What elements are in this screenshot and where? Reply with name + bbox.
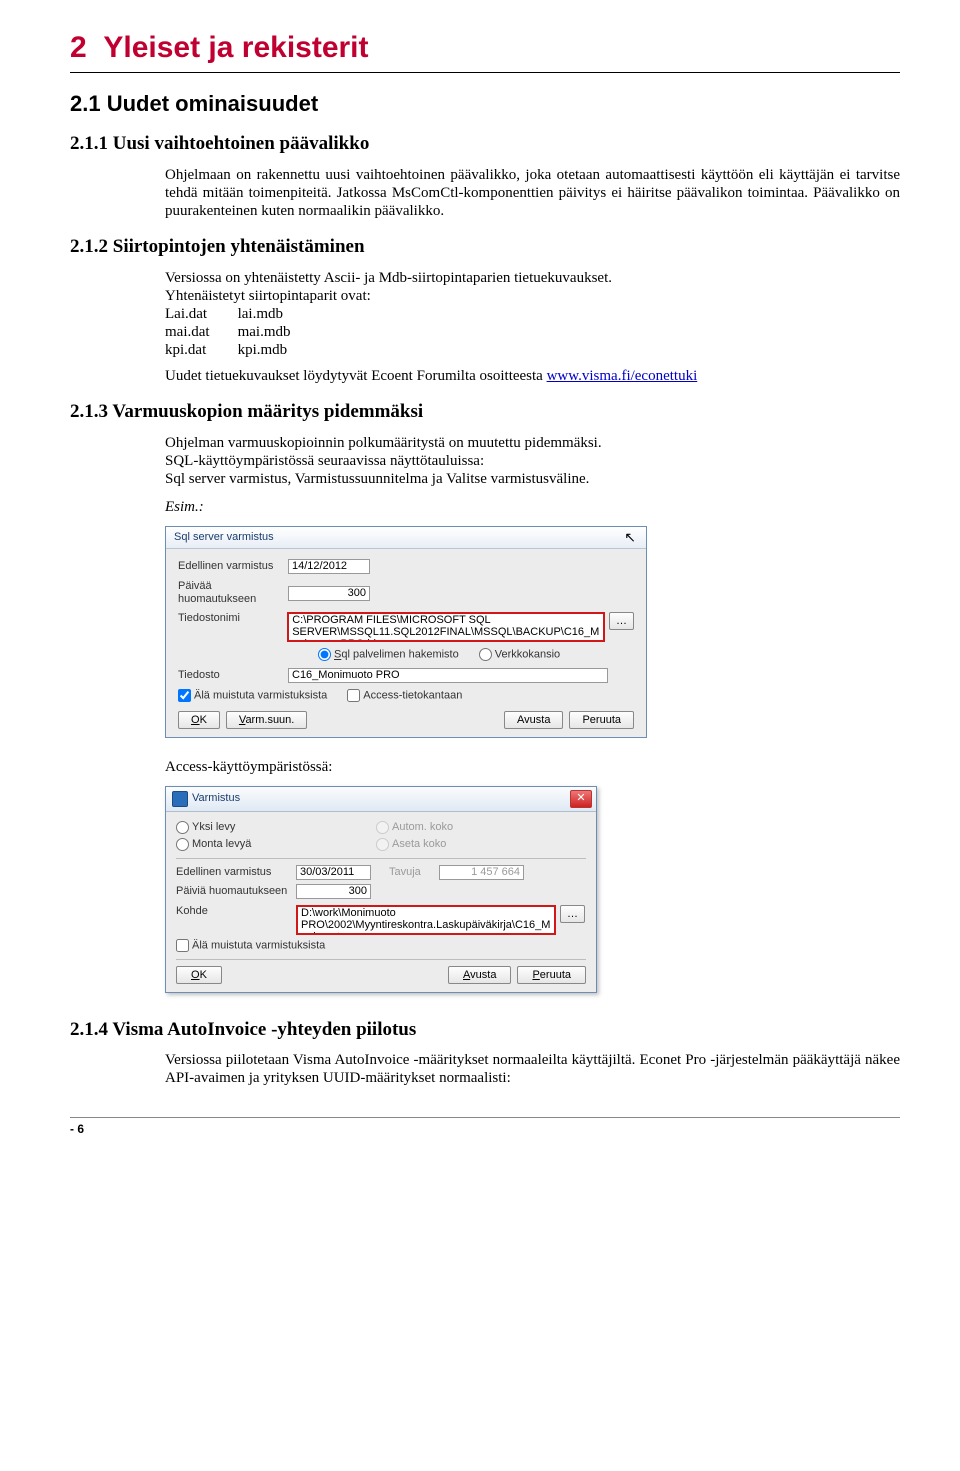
section-2-1: 2.1 Uudet ominaisuudet [70, 91, 900, 117]
backup-plan-button[interactable]: Varm.suun. [226, 711, 307, 729]
table-row: mai.datmai.mdb [165, 323, 319, 341]
radio-set-size: Aseta koko [376, 837, 576, 852]
dialog-titlebar: Sql server varmistus ↖ [166, 527, 646, 549]
file-pair-table: Lai.datlai.mdb mai.datmai.mdb kpi.datkpi… [165, 305, 319, 359]
divider [176, 959, 586, 960]
input-days-notice[interactable] [296, 884, 371, 899]
example-label: Esim.: [165, 498, 900, 516]
radio-one-disk[interactable]: Yksi levy [176, 820, 376, 835]
ok-button[interactable]: OK [176, 966, 222, 984]
label-prev-backup: Edellinen varmistus [176, 866, 296, 879]
sql-backup-dialog: Sql server varmistus ↖ Edellinen varmist… [165, 526, 647, 738]
footer-rule [70, 1117, 900, 1118]
dialog-titlebar: Varmistus ✕ [166, 787, 596, 812]
browse-button[interactable]: … [609, 612, 634, 630]
dialog-title-text: Sql server varmistus [174, 531, 274, 544]
checkbox-mute-reminders[interactable]: Älä muistuta varmistuksista [178, 689, 327, 703]
label-bytes: Tavuja [389, 866, 439, 879]
ok-button[interactable]: OK [178, 711, 220, 729]
help-button[interactable]: Avusta [504, 711, 563, 729]
chapter-number: 2 [70, 31, 87, 64]
access-backup-dialog: Varmistus ✕ Yksi levy Autom. koko Monta … [165, 786, 597, 993]
paragraph: Sql server varmistus, Varmistussuunnitel… [165, 470, 900, 488]
label-file: Tiedosto [178, 669, 288, 682]
label-filename: Tiedostonimi [178, 612, 287, 625]
cursor-icon: ↖ [624, 529, 636, 546]
subsection-2-1-1: 2.1.1 Uusi vaihtoehtoinen päävalikko [70, 133, 900, 156]
checkbox-access-db[interactable]: Access-tietokantaan [347, 689, 462, 703]
input-prev-backup[interactable] [296, 865, 371, 880]
paragraph: Access-käyttöympäristössä: [165, 758, 900, 776]
radio-auto-size: Autom. koko [376, 820, 576, 835]
browse-button[interactable]: … [560, 905, 585, 923]
dialog-title-text: Varmistus [192, 792, 570, 805]
label-target: Kohde [176, 905, 296, 918]
paragraph: Uudet tietuekuvaukset löydytyvät Ecoent … [165, 367, 900, 385]
input-days-notice[interactable] [288, 586, 370, 601]
cancel-button[interactable]: Peruuta [569, 711, 634, 729]
paragraph: Versiossa on yhtenäistetty Ascii- ja Mdb… [165, 269, 900, 287]
chapter-title: Yleiset ja rekisterit [103, 31, 368, 64]
subsection-2-1-3: 2.1.3 Varmuuskopion määritys pidemmäksi [70, 401, 900, 424]
app-icon [172, 791, 188, 807]
radio-sql-dir[interactable]: SSql palvelimen hakemistoql palvelimen h… [318, 648, 459, 662]
paragraph: Versiossa piilotetaan Visma AutoInvoice … [165, 1051, 900, 1087]
support-link[interactable]: www.visma.fi/econettuki [547, 368, 698, 384]
paragraph: SQL-käyttöympäristössä seuraavissa näytt… [165, 452, 900, 470]
paragraph: Yhtenäistetyt siirtopintaparit ovat: [165, 287, 900, 305]
subsection-2-1-4: 2.1.4 Visma AutoInvoice -yhteyden piilot… [70, 1019, 900, 1042]
table-row: Lai.datlai.mdb [165, 305, 319, 323]
page-number: - 6 [70, 1122, 900, 1136]
input-prev-backup[interactable] [288, 559, 370, 574]
label-prev-backup: Edellinen varmistus [178, 560, 288, 573]
input-target[interactable] [296, 905, 556, 935]
divider [176, 858, 586, 859]
subsection-2-1-2: 2.1.2 Siirtopintojen yhtenäistäminen [70, 236, 900, 259]
radio-many-disks[interactable]: Monta levyä [176, 837, 376, 852]
input-file[interactable] [288, 668, 608, 683]
chapter-rule [70, 72, 900, 73]
help-button[interactable]: Avusta [448, 966, 511, 984]
checkbox-mute-reminders[interactable]: Älä muistuta varmistuksista [176, 939, 325, 953]
label-days-notice: Päivää huomautukseen [178, 580, 288, 606]
table-row: kpi.datkpi.mdb [165, 341, 319, 359]
chapter-heading: 2 Yleiset ja rekisterit [70, 30, 900, 66]
paragraph: Ohjelman varmuuskopioinnin polkumääritys… [165, 434, 900, 452]
input-filename[interactable] [287, 612, 605, 642]
paragraph: Ohjelmaan on rakennettu uusi vaihtoehtoi… [165, 166, 900, 220]
cancel-button[interactable]: Peruuta [517, 966, 586, 984]
label-days-notice: Päiviä huomautukseen [176, 885, 296, 898]
close-button[interactable]: ✕ [570, 790, 592, 808]
input-bytes [439, 865, 524, 880]
radio-network-dir[interactable]: Verkkokansio [479, 648, 560, 662]
